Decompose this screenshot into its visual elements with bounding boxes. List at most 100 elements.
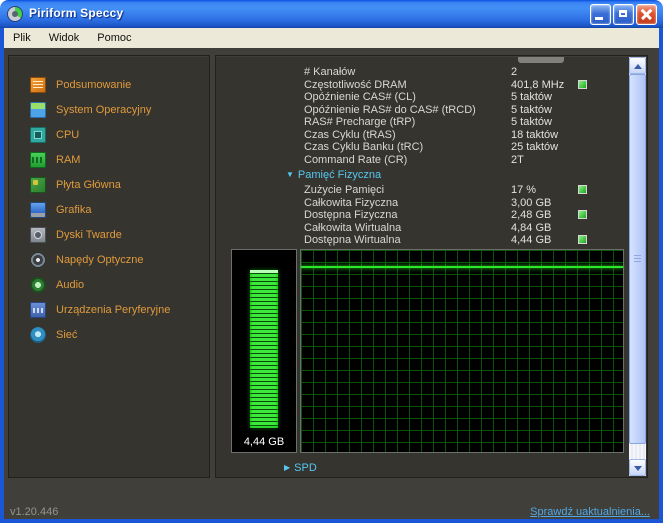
close-button[interactable] [636,4,657,25]
table-row: Dostępna Wirtualna 4,44 GB [216,234,625,247]
sidebar-item-urzadzenia-peryferyjne[interactable]: Urządzenia Peryferyjne [9,297,209,322]
gauge-value-label: 4,44 GB [232,436,296,448]
sidebar-item-label: Audio [56,279,84,291]
section-pamiec-fizyczna[interactable]: ▼ Pamięć Fizyczna [286,169,381,181]
row-value: 401,8 MHz [511,79,564,91]
menu-pomoc[interactable]: Pomoc [88,29,140,47]
memory-history-graph [300,249,624,453]
table-row: Częstotliwość DRAM 401,8 MHz [216,79,625,92]
row-value: 3,00 GB [511,197,551,209]
sidebar-item-label: CPU [56,129,79,141]
row-label: Całkowita Wirtualna [304,222,401,234]
audio-icon [30,277,46,293]
sidebar-item-system-operacyjny[interactable]: System Operacyjny [9,97,209,122]
row-value: 17 % [511,184,536,196]
sidebar-item-label: Płyta Główna [56,179,121,191]
table-row: Dostępna Fizyczna 2,48 GB [216,209,625,222]
window-title: Piriform Speccy [29,6,123,20]
table-row: Opóźnienie CAS# (CL) 5 taktów [216,91,625,104]
peripherals-icon [30,302,46,318]
graphics-icon [30,202,46,218]
sidebar-item-audio[interactable]: Audio [9,272,209,297]
sidebar-item-label: RAM [56,154,80,166]
row-value: 4,44 GB [511,234,551,246]
cpu-icon [30,127,46,143]
section-header-label: SPD [294,462,317,474]
sidebar-item-napedy-optyczne[interactable]: Napędy Optyczne [9,247,209,272]
vertical-scrollbar[interactable] [629,57,646,476]
menu-plik[interactable]: Plik [4,29,40,47]
status-indicator [578,235,587,244]
network-icon [30,327,46,343]
row-label: Dostępna Fizyczna [304,209,398,221]
table-row: Czas Cyklu (tRAS) 18 taktów [216,129,625,142]
table-row: # Kanałów 2 [216,66,625,79]
table-row: Zużycie Pamięci 17 % [216,184,625,197]
section-header-label: Pamięć Fizyczna [298,169,381,181]
sidebar-item-podsumowanie[interactable]: Podsumowanie [9,72,209,97]
sidebar-item-siec[interactable]: Sieć [9,322,209,347]
row-value: 25 taktów [511,141,558,153]
sidebar-item-grafika[interactable]: Grafika [9,197,209,222]
sidebar-list: Podsumowanie System Operacyjny CPU RAM [9,72,209,347]
row-value: 2,48 GB [511,209,551,221]
chevron-right-icon: ▶ [284,463,290,472]
memory-graph-area: 4,44 GB [231,249,624,453]
sidebar-item-ram[interactable]: RAM [9,147,209,172]
graph-line [301,266,623,268]
version-label: v1.20.446 [10,506,58,518]
sidebar-item-cpu[interactable]: CPU [9,122,209,147]
titlebar: Piriform Speccy [0,0,663,28]
sidebar-item-dyski-twarde[interactable]: Dyski Twarde [9,222,209,247]
table-row: Command Rate (CR) 2T [216,154,625,167]
row-value: 2 [511,66,517,78]
scrollbar-thumb[interactable] [629,74,646,444]
row-label: RAS# Precharge (tRP) [304,116,415,128]
section-spd[interactable]: ▶ SPD [284,462,317,474]
table-row: Czas Cyklu Banku (tRC) 25 taktów [216,141,625,154]
status-indicator [578,80,587,89]
sidebar: Podsumowanie System Operacyjny CPU RAM [8,55,210,478]
scroll-down-button[interactable] [629,459,646,476]
window-frame: Plik Widok Pomoc Podsumowanie System Ope… [0,28,663,523]
row-value: 5 taktów [511,116,552,128]
row-label: Zużycie Pamięci [304,184,384,196]
row-label: Opóźnienie RAS# do CAS# (tRCD) [304,104,476,116]
sidebar-item-label: Urządzenia Peryferyjne [56,304,170,316]
memory-gauge: 4,44 GB [231,249,297,453]
table-row: RAS# Precharge (tRP) 5 taktów [216,116,625,129]
table-row: Opóźnienie RAS# do CAS# (tRCD) 5 taktów [216,104,625,117]
gauge-bar-fill [250,270,278,428]
arrow-up-icon [634,64,642,69]
ram-detail-panel: # Kanałów 2 Częstotliwość DRAM 401,8 MHz… [215,55,648,478]
status-indicator [578,185,587,194]
sidebar-item-label: Sieć [56,329,77,341]
motherboard-icon [30,177,46,193]
status-indicator [578,210,587,219]
row-label: Command Rate (CR) [304,154,407,166]
row-label: Całkowita Fizyczna [304,197,398,209]
table-row: Całkowita Wirtualna 4,84 GB [216,222,625,235]
sidebar-item-plyta-glowna[interactable]: Płyta Główna [9,172,209,197]
row-value: 4,84 GB [511,222,551,234]
scroll-up-button[interactable] [629,57,646,74]
sidebar-item-label: System Operacyjny [56,104,151,116]
row-label: Czas Cyklu Banku (tRC) [304,141,423,153]
row-value: 2T [511,154,524,166]
app-icon [7,6,23,22]
menubar: Plik Widok Pomoc [4,28,659,48]
maximize-button[interactable] [613,4,634,25]
check-updates-link[interactable]: Sprawdź uaktualnienia... [530,506,650,518]
spec-rows: # Kanałów 2 Częstotliwość DRAM 401,8 MHz… [216,66,625,166]
minimize-button[interactable] [590,4,611,25]
table-row: Całkowita Fizyczna 3,00 GB [216,197,625,210]
os-icon [30,102,46,118]
sidebar-item-label: Dyski Twarde [56,229,122,241]
menu-widok[interactable]: Widok [40,29,89,47]
window-controls [590,4,657,25]
arrow-down-icon [634,466,642,471]
chevron-down-icon: ▼ [286,170,294,179]
gauge-bar [250,256,278,428]
app-window: Piriform Speccy Plik Widok Pomoc Podsumo… [0,0,663,523]
row-label: Dostępna Wirtualna [304,234,401,246]
